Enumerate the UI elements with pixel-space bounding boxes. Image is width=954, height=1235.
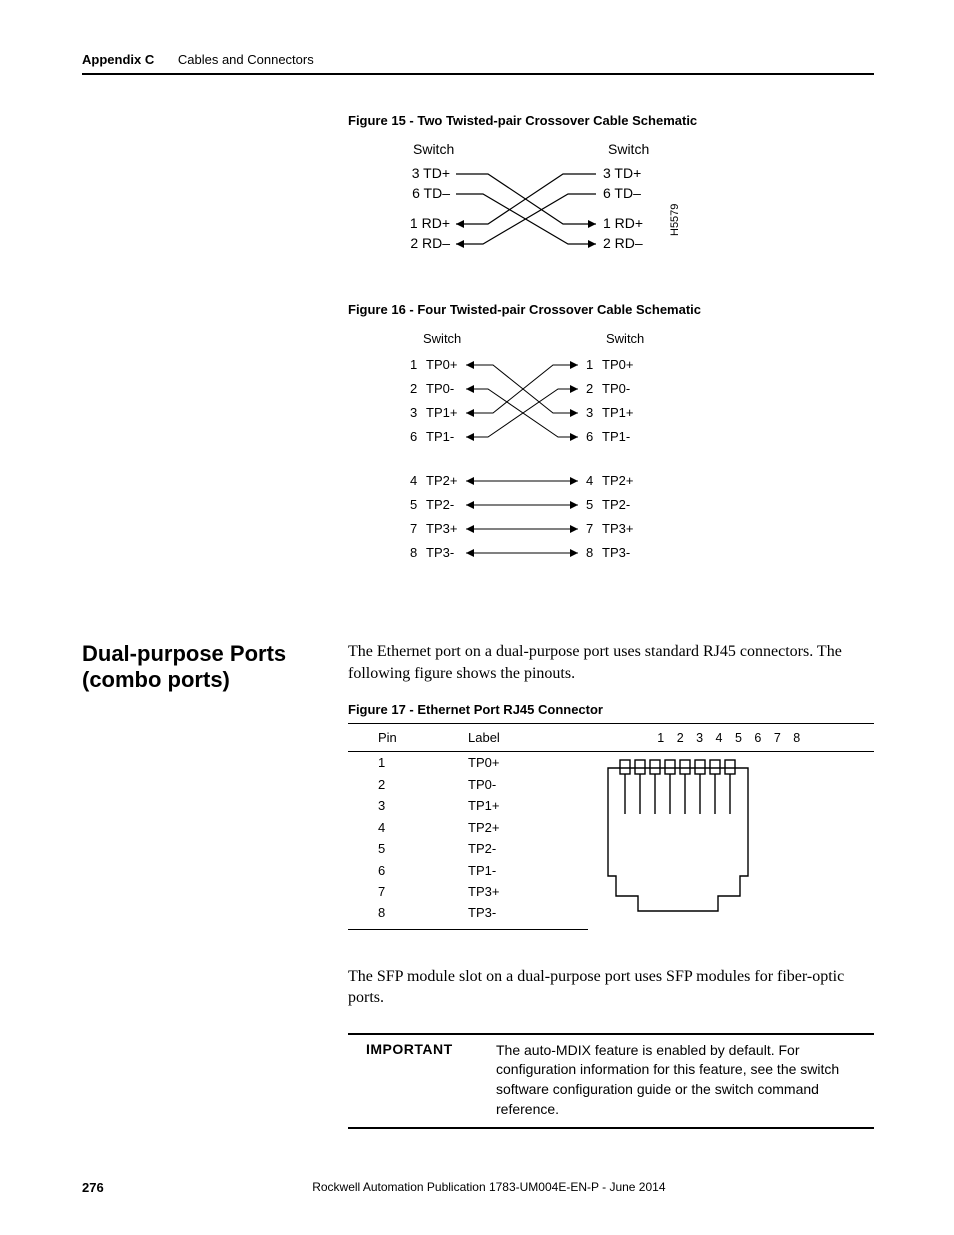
fig16-g1r-0l: TP0+	[602, 357, 633, 372]
section-para1: The Ethernet port on a dual-purpose port…	[348, 641, 874, 684]
section-para2: The SFP module slot on a dual-purpose po…	[348, 966, 874, 1009]
fig16-g1l-0l: TP0+	[426, 357, 457, 372]
figure15-diagram: Switch Switch 3 TD+ 6 TD– 1 RD+ 2 RD– 3 …	[348, 136, 874, 276]
fig16-g1r-3l: TP1-	[602, 429, 630, 444]
fig16-g2l-2l: TP3+	[426, 521, 457, 536]
fig15-l-row1: 6 TD–	[412, 185, 450, 201]
fig17-pin-2: 2	[348, 774, 468, 795]
fig17-lbl-4: TP2+	[468, 816, 588, 837]
fig15-r-row0: 3 TD+	[603, 165, 641, 181]
header-appendix: Appendix C	[82, 52, 154, 67]
fig16-g2l-1p: 5	[410, 497, 417, 512]
fig16-g2r-2l: TP3+	[602, 521, 633, 536]
fig17-pin-5: 5	[348, 838, 468, 859]
section-title-line1: Dual-purpose Ports	[82, 641, 286, 666]
fig16-g2r-3p: 8	[586, 545, 593, 560]
fig17-pin-8: 8	[348, 902, 468, 929]
fig15-l-row3: 2 RD–	[410, 235, 450, 251]
fig15-left-title: Switch	[413, 141, 454, 157]
fig16-g1r-0p: 1	[586, 357, 593, 372]
figure15-caption: Figure 15 - Two Twisted-pair Crossover C…	[348, 113, 874, 128]
fig16-g2l-2p: 7	[410, 521, 417, 536]
page-header: Appendix C Cables and Connectors	[82, 52, 874, 67]
fig15-side-label: H5579	[669, 204, 681, 236]
fig17-pin-1: 1	[348, 752, 468, 774]
fig16-g1r-2p: 3	[586, 405, 593, 420]
fig17-lbl-5: TP2-	[468, 838, 588, 859]
fig16-g1r-1l: TP0-	[602, 381, 630, 396]
fig17-pin-7: 7	[348, 881, 468, 902]
fig17-lbl-6: TP1-	[468, 859, 588, 880]
footer-page: 276	[82, 1180, 104, 1195]
header-rule	[82, 73, 874, 75]
figure16-diagram: Switch Switch 1TP0+ 2TP0- 3TP1+ 6TP1- 1T…	[348, 325, 874, 595]
fig16-right-title: Switch	[606, 331, 644, 346]
fig15-l-row2: 1 RD+	[410, 215, 450, 231]
fig15-r-row3: 2 RD–	[603, 235, 643, 251]
fig16-g2r-3l: TP3-	[602, 545, 630, 560]
fig16-g2r-1l: TP2-	[602, 497, 630, 512]
fig17-pin-6: 6	[348, 859, 468, 880]
fig16-g1r-3p: 6	[586, 429, 593, 444]
fig17-lbl-7: TP3+	[468, 881, 588, 902]
fig15-r-row2: 1 RD+	[603, 215, 643, 231]
fig16-g1l-1p: 2	[410, 381, 417, 396]
header-chapter: Cables and Connectors	[178, 52, 314, 67]
fig16-g1r-2l: TP1+	[602, 405, 633, 420]
important-box: IMPORTANT The auto-MDIX feature is enabl…	[348, 1033, 874, 1129]
fig16-g1l-2l: TP1+	[426, 405, 457, 420]
important-text: The auto-MDIX feature is enabled by defa…	[496, 1041, 874, 1119]
fig16-g1l-3l: TP1-	[426, 429, 454, 444]
fig17-pin-3: 3	[348, 795, 468, 816]
fig16-g2r-0p: 4	[586, 473, 593, 488]
section-title-line2: (combo ports)	[82, 667, 230, 692]
important-label: IMPORTANT	[348, 1041, 496, 1119]
fig17-col-pin: Pin	[348, 724, 468, 752]
fig16-g1l-2p: 3	[410, 405, 417, 420]
section-title: Dual-purpose Ports (combo ports)	[82, 641, 348, 694]
fig16-g2l-1l: TP2-	[426, 497, 454, 512]
rj45-connector-icon	[588, 756, 768, 926]
fig16-left-title: Switch	[423, 331, 461, 346]
fig17-lbl-2: TP0-	[468, 774, 588, 795]
fig16-g2r-1p: 5	[586, 497, 593, 512]
fig16-g2l-0l: TP2+	[426, 473, 457, 488]
fig16-g1l-3p: 6	[410, 429, 417, 444]
fig17-pin-4: 4	[348, 816, 468, 837]
fig15-right-title: Switch	[608, 141, 649, 157]
fig16-g2r-0l: TP2+	[602, 473, 633, 488]
fig16-g2l-3p: 8	[410, 545, 417, 560]
fig15-l-row0: 3 TD+	[412, 165, 450, 181]
fig17-lbl-1: TP0+	[468, 752, 588, 774]
page-footer: 276 Rockwell Automation Publication 1783…	[82, 1180, 874, 1195]
fig17-lbl-3: TP1+	[468, 795, 588, 816]
fig16-g1l-0p: 1	[410, 357, 417, 372]
fig16-g2r-2p: 7	[586, 521, 593, 536]
fig15-r-row1: 6 TD–	[603, 185, 641, 201]
fig17-lbl-8: TP3-	[468, 902, 588, 929]
figure17-caption: Figure 17 - Ethernet Port RJ45 Connector	[348, 702, 874, 717]
fig16-g2l-3l: TP3-	[426, 545, 454, 560]
footer-pub: Rockwell Automation Publication 1783-UM0…	[82, 1180, 874, 1194]
fig16-g2l-0p: 4	[410, 473, 417, 488]
fig16-g1l-1l: TP0-	[426, 381, 454, 396]
figure16-caption: Figure 16 - Four Twisted-pair Crossover …	[348, 302, 874, 317]
fig17-col-label: Label	[468, 724, 588, 752]
fig17-pin-header: 1 2 3 4 5 6 7 8	[657, 731, 804, 745]
fig16-g1r-1p: 2	[586, 381, 593, 396]
figure17-table: Pin Label 1 2 3 4 5 6 7 8 1 TP0+	[348, 723, 874, 930]
